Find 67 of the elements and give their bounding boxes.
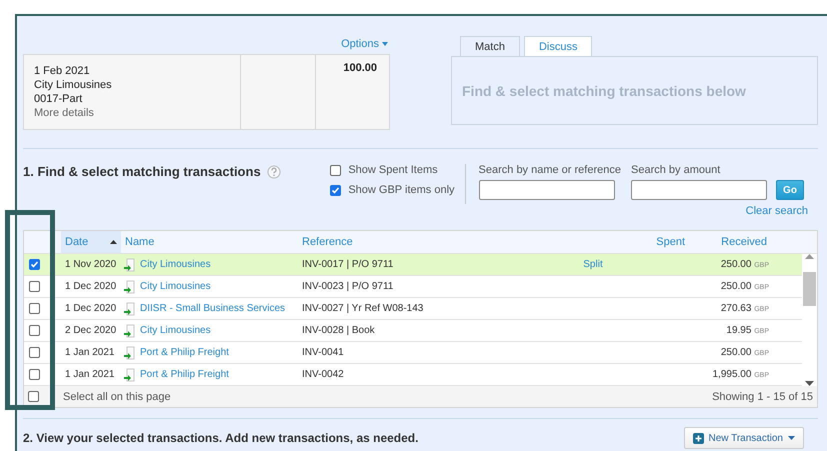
split-link[interactable]: Split — [561, 259, 641, 270]
filter-label: Show Spent Items — [348, 164, 438, 176]
column-header[interactable]: Name — [121, 231, 298, 253]
document-arrow-icon — [123, 324, 136, 338]
statement-reference: 0017-Part — [34, 92, 84, 106]
document-arrow-icon — [123, 280, 136, 294]
contact-link[interactable]: City Limousines — [140, 259, 211, 270]
filter-label: Show GBP items only — [348, 184, 455, 196]
date-cell-text: 1 Dec 2020 — [64, 303, 118, 314]
contact-link[interactable]: Port & Philip Freight — [140, 369, 229, 380]
reference-cell-text: INV-0027 | Yr Ref W08-143 — [301, 303, 424, 314]
statement-payee: City Limousines — [34, 78, 113, 92]
checkbox[interactable] — [28, 391, 39, 402]
document-arrow-icon — [123, 368, 136, 382]
contact-link[interactable]: Port & Philip Freight — [140, 347, 229, 358]
document-arrow-icon — [123, 302, 136, 316]
checkbox[interactable] — [29, 303, 40, 314]
tab[interactable]: Match — [460, 36, 520, 57]
document-arrow-icon — [123, 258, 136, 272]
tab[interactable]: Discuss — [524, 36, 592, 57]
date-cell-text: 2 Dec 2020 — [64, 325, 118, 336]
date-cell-text: 1 Jan 2021 — [64, 347, 116, 358]
date-cell-text: 1 Dec 2020 — [64, 281, 118, 292]
field-label: Search by amount — [631, 164, 722, 176]
contact-link[interactable]: DIISR - Small Business Services — [140, 303, 286, 314]
amount-search-field[interactable] — [631, 180, 767, 200]
document-arrow-icon — [123, 346, 136, 360]
checkbox[interactable] — [29, 325, 40, 336]
caret-icon — [788, 436, 795, 440]
date-cell-text: 1 Nov 2020 — [64, 259, 118, 270]
pagination-text: Showing 1 - 15 of 15 — [712, 390, 813, 402]
name-search-field[interactable] — [478, 180, 615, 200]
clear-search-link[interactable]: Clear search — [746, 205, 808, 217]
scrollbar[interactable] — [802, 254, 817, 386]
reference-cell-text: INV-0042 — [301, 369, 345, 380]
contact-link[interactable]: City Limousines — [140, 281, 211, 292]
statement-amount: 100.00 — [343, 61, 377, 75]
statement-date: 1 Feb 2021 — [34, 64, 91, 78]
contact-link[interactable]: City Limousines — [140, 325, 211, 336]
options-link[interactable]: Options — [341, 38, 388, 50]
date-cell-text: 1 Jan 2021 — [64, 369, 116, 380]
checkbox[interactable] — [330, 164, 342, 176]
section-title: 2. View your selected transactions. Add new transactions, as needed. — [23, 431, 418, 445]
caret-icon — [382, 42, 388, 46]
select-all-label: Select all on this page — [63, 390, 171, 402]
checkbox[interactable] — [330, 184, 342, 196]
checkbox[interactable] — [29, 347, 40, 358]
go-button[interactable]: Go — [776, 180, 804, 200]
section-title: 1. Find & select matching transactions — [23, 164, 281, 179]
reference-cell-text: INV-0017 | P/O 9711 — [301, 259, 394, 270]
reference-cell-text: INV-0028 | Book — [301, 325, 376, 336]
column-header[interactable]: Received — [691, 231, 773, 253]
sort-icon — [110, 240, 117, 244]
more-details-link[interactable]: More details — [34, 106, 230, 120]
scrollbar-thumb[interactable] — [803, 272, 816, 306]
checkbox[interactable] — [29, 369, 40, 380]
new-transaction-button[interactable]: New Transaction — [684, 427, 804, 449]
checkbox[interactable] — [29, 259, 40, 270]
reference-cell-text: INV-0023 | P/O 9711 — [301, 281, 394, 292]
column-header[interactable]: Reference — [298, 231, 561, 253]
checkbox[interactable] — [29, 281, 40, 292]
match-panel: Find & select matching transactions below — [451, 56, 818, 125]
field-label: Search by name or reference — [478, 164, 621, 176]
plus-icon — [692, 432, 704, 444]
column-header[interactable]: Date — [61, 231, 121, 253]
reference-cell-text: INV-0041 — [301, 347, 345, 358]
column-header[interactable]: Spent — [641, 231, 691, 253]
